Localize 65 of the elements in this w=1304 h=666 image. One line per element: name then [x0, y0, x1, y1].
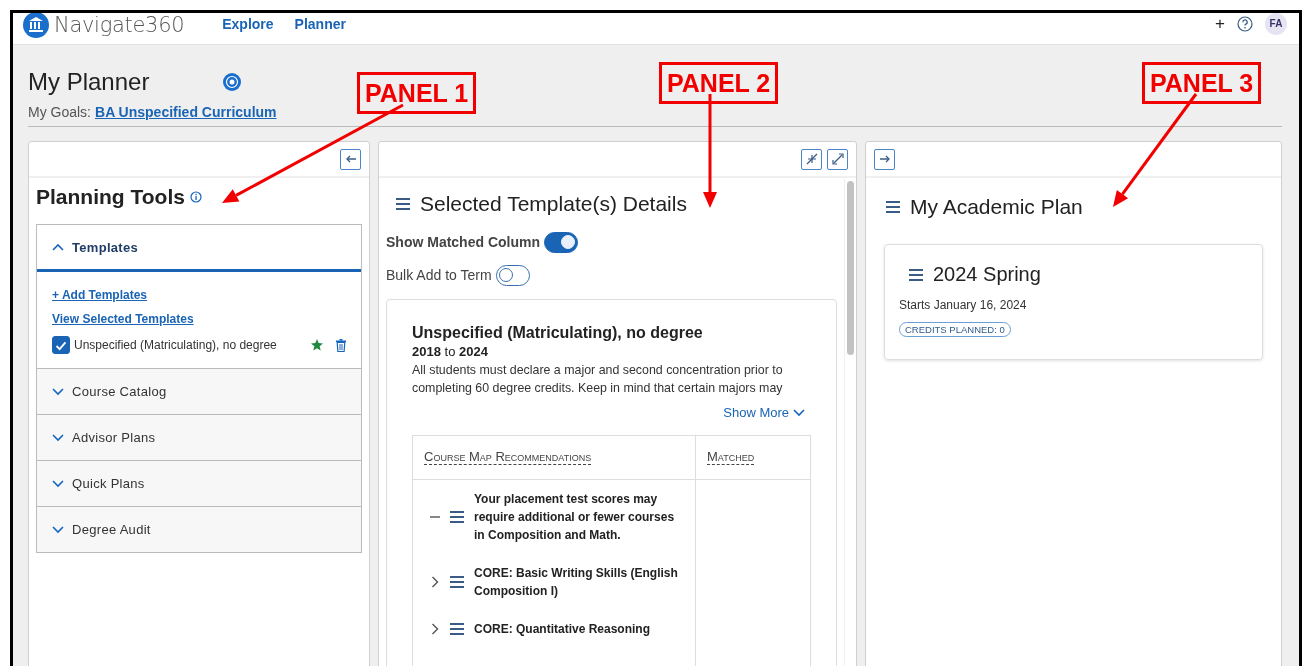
template-title: Unspecified (Matriculating), no degree — [412, 324, 704, 342]
expand-icon — [831, 153, 844, 165]
arrow-left-icon — [344, 153, 357, 165]
toggle-switch[interactable] — [495, 264, 530, 286]
user-avatar[interactable]: FA — [1265, 13, 1287, 35]
nav-link[interactable]: Planner — [294, 15, 346, 32]
term-title: 2024 Spring — [933, 263, 1041, 286]
panel-title: Planning Tools — [36, 185, 185, 209]
drag-handle-icon[interactable] — [450, 623, 464, 635]
help-icon[interactable] — [1237, 15, 1253, 32]
toggle-label: Bulk Add to Term — [386, 267, 492, 283]
goals-link[interactable]: BA Unspecified Curriculum — [95, 104, 277, 120]
accordion-header[interactable]: Degree Audit — [37, 507, 361, 552]
chevron-down-icon — [52, 433, 64, 442]
page-title: My Planner — [28, 68, 150, 96]
year-range: 2018 to 2024 — [412, 344, 489, 359]
star-icon[interactable] — [311, 339, 323, 351]
accordion-header[interactable]: Advisor Plans — [37, 415, 361, 460]
trash-icon[interactable] — [336, 338, 346, 352]
chevron-down-icon — [52, 387, 64, 396]
expand-panel-button[interactable] — [874, 148, 895, 170]
collapse-button[interactable] — [340, 148, 361, 170]
app-name: Navigate360 — [54, 13, 185, 37]
drag-handle-icon[interactable] — [450, 576, 464, 588]
goals-label: My Goals: — [28, 104, 91, 120]
link[interactable]: View Selected Templates — [52, 312, 346, 326]
chevron-up-icon — [52, 242, 64, 252]
toggle-switch[interactable] — [544, 231, 578, 253]
goal-icon[interactable] — [223, 73, 242, 91]
annotation-label: PANEL 3 — [1142, 62, 1262, 104]
annotation-label: PANEL 2 — [659, 62, 779, 104]
panel-title: Selected Template(s) Details — [420, 192, 687, 216]
link[interactable]: + Add Templates — [52, 288, 346, 302]
compress-icon — [805, 153, 818, 165]
table-cell-text: Your placement test scores may require additional or fewer courses in Composition and Math. — [474, 491, 676, 544]
term-start-date: Starts January 16, 2024 — [899, 298, 1027, 312]
column-header[interactable]: Matched — [707, 450, 755, 465]
template-label: Unspecified (Matriculating), no degree — [74, 338, 278, 352]
chevron-right-icon[interactable] — [430, 623, 440, 635]
menu-icon[interactable] — [396, 198, 410, 210]
chevron-right-icon[interactable] — [430, 576, 440, 588]
template-description: All students must declare a major and second concentration prior to completing 60 degree credits. Keep in mind that certain majors may — [412, 362, 784, 397]
menu-icon[interactable] — [886, 201, 900, 213]
chevron-down-icon — [52, 525, 64, 534]
arrow-right-icon — [878, 153, 891, 165]
menu-icon[interactable] — [909, 268, 923, 281]
info-icon[interactable] — [189, 191, 202, 203]
column-header[interactable]: Course Map Recommendations — [424, 450, 592, 465]
nav-link[interactable]: Explore — [222, 15, 274, 32]
chevron-down-icon — [52, 479, 64, 488]
scrollbar[interactable] — [844, 178, 856, 666]
toggle-label: Show Matched Column — [386, 234, 540, 250]
add-button[interactable]: + — [1215, 13, 1225, 34]
table-cell-text: CORE: Basic Writing Skills (English Composition I) — [474, 565, 679, 600]
drag-handle-icon[interactable] — [450, 511, 464, 523]
expand-button[interactable] — [827, 148, 848, 170]
show-more-link[interactable]: Show More — [723, 405, 805, 420]
accordion-header[interactable]: Course Catalog — [37, 369, 361, 414]
checkbox[interactable] — [52, 336, 70, 354]
accordion-header[interactable]: Quick Plans — [37, 461, 361, 506]
compress-button[interactable] — [801, 148, 822, 170]
annotation-label: PANEL 1 — [357, 72, 477, 114]
chevron-down-icon — [793, 408, 805, 417]
table-cell-text: CORE: Quantitative Reasoning — [474, 621, 651, 638]
panel-title: My Academic Plan — [910, 195, 1083, 219]
